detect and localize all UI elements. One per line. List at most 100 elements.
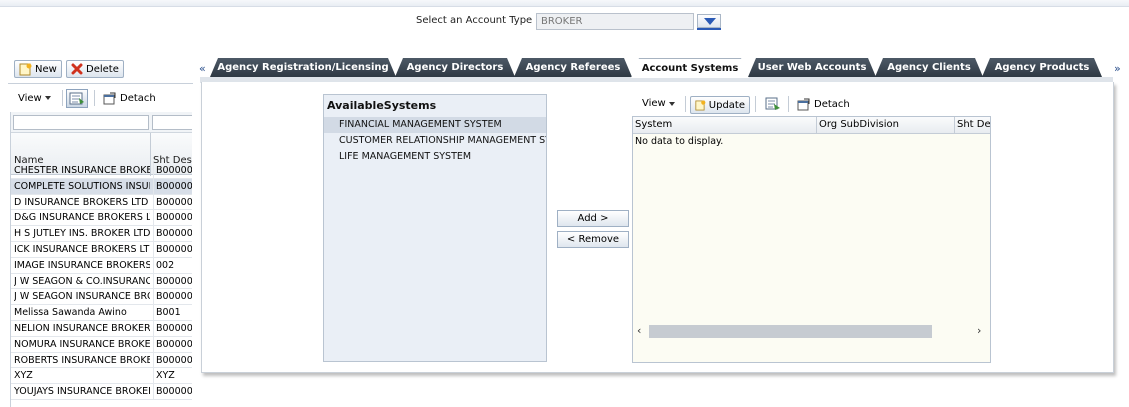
cell-sht-desc: B0000000 xyxy=(153,241,192,257)
table-body: CHESTER INSURANCE BROKERSB0000000COMPLET… xyxy=(11,163,192,400)
separator xyxy=(755,96,756,112)
detach-icon xyxy=(797,98,810,111)
tabs-scroll-right-icon[interactable]: » xyxy=(1114,62,1121,75)
column-divider xyxy=(954,117,955,134)
separator xyxy=(788,96,789,112)
cell-sht-desc: B0000000 xyxy=(153,384,192,399)
name-filter-input[interactable] xyxy=(13,115,149,130)
separator xyxy=(62,90,63,106)
update-button[interactable]: Update xyxy=(690,96,750,114)
column-header-sht-desc[interactable]: Sht Desc xyxy=(957,119,990,130)
account-systems-table: System Org SubDivision Sht Desc No data … xyxy=(632,116,991,363)
cell-name: Melissa Sawanda Awino xyxy=(14,307,127,319)
cell-sht-desc: B0000000 xyxy=(153,210,192,226)
table-row[interactable]: D INSURANCE BROKERS LTD B0000000 xyxy=(11,194,192,211)
table-row[interactable]: IMAGE INSURANCE BROKERS 002 xyxy=(11,257,192,274)
scrollbar-thumb[interactable] xyxy=(649,325,932,338)
column-header-system[interactable]: System xyxy=(635,119,672,130)
scroll-right-icon[interactable]: › xyxy=(977,324,981,337)
view-menu-right[interactable]: View xyxy=(642,98,675,109)
table-row[interactable]: COMPLETE SOLUTIONS INSURANCEB0000000 xyxy=(11,178,192,195)
remove-button[interactable]: < Remove xyxy=(557,231,629,248)
cell-sht-desc: B0000000 xyxy=(153,336,192,352)
table-row[interactable]: CHESTER INSURANCE BROKERSB0000000 xyxy=(11,163,192,179)
table-row[interactable]: YOUJAYS INSURANCE BROKERSB0000000 xyxy=(11,384,192,400)
cell-sht-desc: B0000000 xyxy=(153,194,192,210)
query-by-example-icon xyxy=(765,97,780,110)
list-item[interactable]: CUSTOMER RELATIONSHIP MANAGEMENT SYSTEM xyxy=(324,133,546,149)
tab-account-systems[interactable]: Account Systems xyxy=(631,58,749,78)
table-row[interactable]: ICK INSURANCE BROKERS LTDB0000000 xyxy=(11,241,192,258)
chevron-down-icon xyxy=(704,18,716,25)
new-record-icon xyxy=(19,63,32,75)
toolbar-divider xyxy=(8,83,193,84)
account-type-dropdown-button[interactable] xyxy=(697,14,721,28)
empty-table-message: No data to display. xyxy=(635,136,724,147)
table-row[interactable]: NOMURA INSURANCE BROKERSB0000000 xyxy=(11,336,192,353)
table-row[interactable]: XYZ XYZ xyxy=(11,368,192,385)
add-button[interactable]: Add > xyxy=(557,210,629,227)
table-row[interactable]: J W SEAGON INSURANCE BROKERSB0000000 xyxy=(11,289,192,306)
tab-user-web-accounts[interactable]: User Web Accounts xyxy=(748,58,876,77)
table-row[interactable]: J W SEAGON & CO.INSURANCEB0000000 xyxy=(11,273,192,290)
delete-button[interactable]: Delete xyxy=(66,60,124,78)
list-item[interactable]: FINANCIAL MANAGEMENT SYSTEM xyxy=(324,117,546,133)
sht-desc-filter-input[interactable] xyxy=(152,115,192,130)
tab-agency-products[interactable]: Agency Products xyxy=(982,58,1102,77)
available-systems-items: FINANCIAL MANAGEMENT SYSTEM CUSTOMER RELA… xyxy=(324,117,546,165)
query-by-example-icon xyxy=(69,92,84,105)
cell-sht-desc: B0000000 xyxy=(153,226,192,241)
tab-agency-registration[interactable]: Agency Registration/Licensing xyxy=(210,58,396,77)
detach-button-right[interactable]: Detach xyxy=(797,98,850,111)
cell-name: CHESTER INSURANCE BROKERS xyxy=(14,165,150,176)
cell-name: ROBERTS INSURANCE BROKERS xyxy=(14,354,150,366)
query-by-example-button[interactable] xyxy=(66,89,88,108)
table-row[interactable]: D&G INSURANCE BROKERS LTDB0000000 xyxy=(11,210,192,227)
separator xyxy=(94,90,95,106)
dropdown-underline xyxy=(697,28,721,30)
cell-name: ICK INSURANCE BROKERS LTD xyxy=(14,243,150,255)
cell-name: D INSURANCE BROKERS LTD xyxy=(14,196,149,208)
cell-name: IMAGE INSURANCE BROKERS xyxy=(14,259,150,271)
new-button[interactable]: New xyxy=(14,60,62,78)
account-type-field[interactable]: BROKER xyxy=(536,13,694,30)
cell-sht-desc: XYZ xyxy=(153,368,192,384)
delete-button-label: Delete xyxy=(86,63,119,75)
cell-name: NOMURA INSURANCE BROKERS xyxy=(14,338,150,350)
view-menu[interactable]: View xyxy=(18,93,51,104)
tab-agency-directors[interactable]: Agency Directors xyxy=(395,58,515,77)
column-header-org-subdivision[interactable]: Org SubDivision xyxy=(819,119,899,130)
table-row[interactable]: Melissa Sawanda Awino B001 xyxy=(11,305,192,321)
filter-row xyxy=(11,112,192,132)
cell-name: XYZ xyxy=(14,370,33,382)
table-row[interactable]: H S JUTLEY INS. BROKER LTDB0000000 xyxy=(11,226,192,242)
caret-down-icon xyxy=(668,101,675,106)
detach-label: Detach xyxy=(814,99,850,110)
account-type-label: Select an Account Type : xyxy=(416,15,539,26)
tabs-scroll-left-icon[interactable]: « xyxy=(199,62,206,75)
tab-agency-referees[interactable]: Agency Referees xyxy=(514,58,632,77)
table-row[interactable]: NELION INSURANCE BROKERSB0000000 xyxy=(11,320,192,337)
cell-sht-desc: B0000000 xyxy=(153,178,192,194)
detach-button-left[interactable]: Detach xyxy=(103,92,156,105)
query-by-example-button-right[interactable] xyxy=(764,96,782,116)
detach-label: Detach xyxy=(120,93,156,104)
tab-agency-clients[interactable]: Agency Clients xyxy=(875,58,983,77)
cell-name: H S JUTLEY INS. BROKER LTD xyxy=(14,228,150,240)
cell-sht-desc: B0000000 xyxy=(153,163,192,178)
cell-sht-desc: B0000000 xyxy=(153,289,192,305)
view-menu-label: View xyxy=(18,93,42,104)
table-row[interactable]: ROBERTS INSURANCE BROKERSB0000000 xyxy=(11,352,192,369)
caret-down-icon xyxy=(44,96,51,100)
scroll-left-icon[interactable]: ‹ xyxy=(637,324,641,337)
horizontal-scrollbar[interactable]: ‹ › xyxy=(633,323,990,341)
available-systems-title: AvailableSystems xyxy=(327,99,437,112)
update-button-label: Update xyxy=(708,99,745,111)
separator xyxy=(685,96,686,112)
available-systems-list: AvailableSystems FINANCIAL MANAGEMENT SY… xyxy=(323,94,547,362)
cell-sht-desc: B0000000 xyxy=(153,352,192,368)
list-item[interactable]: LIFE MANAGEMENT SYSTEM xyxy=(324,149,546,165)
cell-name: J W SEAGON & CO.INSURANCE xyxy=(14,275,150,287)
agency-table: Name Sht Desc CHESTER INSURANCE BROKERSB… xyxy=(10,112,192,407)
cell-name: COMPLETE SOLUTIONS INSURANCE xyxy=(14,180,150,192)
